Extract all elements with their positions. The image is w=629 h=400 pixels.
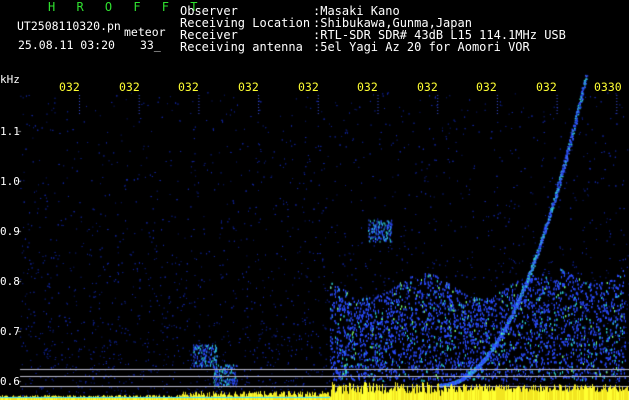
y-tick-label: 0.6 [0, 375, 20, 388]
y-tick-label: 0.7 [0, 325, 20, 338]
x-tick-label: 032 [178, 80, 199, 94]
x-tick-label: 032 [59, 80, 80, 94]
y-tick-label: 1.1 [0, 125, 20, 138]
x-tick-label: 0330 [594, 80, 622, 94]
y-tick-label: 0.9 [0, 225, 20, 238]
x-tick-label: 032 [238, 80, 259, 94]
antenna-label: Receiving antenna [180, 40, 303, 54]
x-tick-label: 032 [476, 80, 497, 94]
antenna-value: :5el Yagi Az 20 for Aomori VOR [313, 40, 530, 54]
y-tick-label: 1.0 [0, 175, 20, 188]
event-count: 33_ [140, 38, 161, 52]
x-tick-label: 032 [417, 80, 438, 94]
x-tick-label: 032 [298, 80, 319, 94]
y-tick-label: 0.8 [0, 275, 20, 288]
x-tick-label: 032 [536, 80, 557, 94]
x-tick-label: 032 [357, 80, 378, 94]
file-name: UT2508110320.pn [17, 19, 121, 33]
datetime: 25.08.11 03:20 [18, 38, 115, 52]
spectrogram-canvas [0, 0, 629, 400]
x-tick-label: 032 [119, 80, 140, 94]
y-axis-unit: kHz [0, 73, 20, 86]
